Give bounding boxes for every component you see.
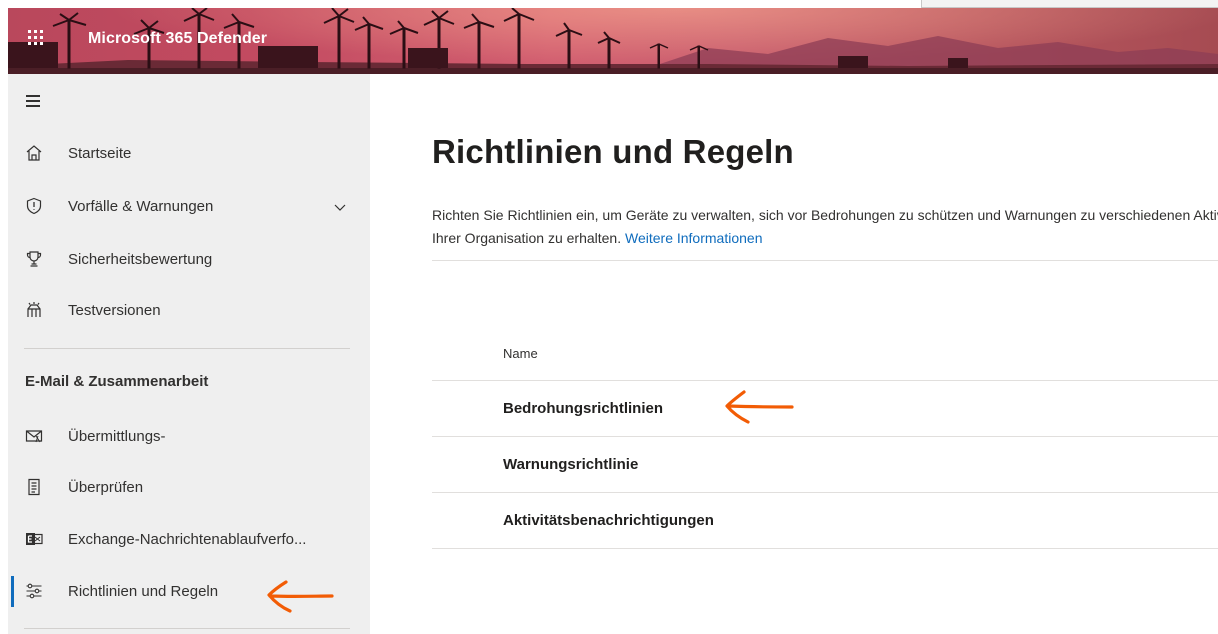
column-header-name[interactable]: Name bbox=[503, 346, 538, 361]
page-title: Richtlinien und Regeln bbox=[432, 133, 794, 170]
sidebar-item-exchange[interactable]: Exchange-Nachrichtenablaufverfo... bbox=[8, 520, 370, 560]
annotation-arrow-icon bbox=[267, 580, 334, 613]
row-label-warnungsrichtlinie[interactable]: Warnungsrichtlinie bbox=[503, 456, 638, 473]
header-divider bbox=[432, 260, 1218, 261]
description-line-2: Ihrer Organisation zu erhalten. Weitere … bbox=[432, 227, 1218, 250]
sidebar-item-label: Sicherheitsbewertung bbox=[68, 251, 213, 268]
hamburger-icon[interactable] bbox=[26, 94, 42, 108]
sidebar-item-ueberpruefen[interactable]: Überprüfen bbox=[8, 468, 370, 508]
sidebar-item-vorfaelle[interactable]: Vorfälle & Warnungen bbox=[8, 187, 370, 227]
table-row[interactable]: Warnungsrichtlinie bbox=[432, 437, 1218, 493]
sidebar-divider bbox=[24, 628, 350, 629]
sidebar-item-sicherheitsbewertung[interactable]: Sicherheitsbewertung bbox=[8, 240, 370, 280]
table-row[interactable]: Bedrohungsrichtlinien bbox=[432, 381, 1218, 437]
row-label-bedrohungsrichtlinien[interactable]: Bedrohungsrichtlinien bbox=[503, 400, 663, 417]
sidebar-section-title: E-Mail & Zusammenarbeit bbox=[25, 373, 209, 390]
mail-submission-icon bbox=[25, 430, 43, 443]
sidebar-item-label: Startseite bbox=[68, 145, 132, 162]
sidebar-nav: Startseite Vorfälle & Warnungen Sicherhe… bbox=[8, 74, 370, 634]
description-line-2-text: Ihrer Organisation zu erhalten. bbox=[432, 230, 622, 246]
sidebar-item-label: Richtlinien und Regeln bbox=[68, 583, 219, 600]
annotation-arrow-icon bbox=[725, 390, 794, 424]
row-label-aktivitaetsbenachrichtigungen[interactable]: Aktivitätsbenachrichtigungen bbox=[503, 512, 714, 529]
sidebar-item-label: Testversionen bbox=[68, 302, 161, 319]
sidebar-item-label: Überprüfen bbox=[68, 479, 144, 496]
app-launcher-icon[interactable] bbox=[28, 30, 48, 50]
description-line-1: Richten Sie Richtlinien ein, um Geräte z… bbox=[432, 207, 1218, 223]
sidebar-item-uebermittlungs[interactable]: Übermittlungs- bbox=[8, 417, 370, 457]
shield-icon bbox=[26, 197, 42, 215]
sidebar-item-startseite[interactable]: Startseite bbox=[8, 134, 370, 174]
sidebar-item-label: Exchange-Nachrichtenablaufverfo... bbox=[68, 531, 307, 548]
table-row[interactable]: Aktivitätsbenachrichtigungen bbox=[432, 493, 1218, 549]
page-description: Richten Sie Richtlinien ein, um Geräte z… bbox=[432, 204, 1218, 250]
sliders-icon bbox=[26, 583, 42, 599]
chevron-down-icon[interactable] bbox=[332, 199, 348, 215]
exchange-icon bbox=[26, 533, 43, 545]
sidebar-item-label: Übermittlungs- bbox=[68, 428, 166, 445]
app-header: Microsoft 365 Defender bbox=[8, 8, 1218, 74]
sidebar-item-testversionen[interactable]: Testversionen bbox=[8, 291, 370, 331]
sidebar-item-label: Vorfälle & Warnungen bbox=[68, 198, 214, 215]
home-icon bbox=[26, 145, 42, 161]
more-info-link[interactable]: Weitere Informationen bbox=[625, 230, 762, 246]
sidebar-divider bbox=[24, 348, 350, 349]
top-right-frame bbox=[921, 0, 1218, 8]
trials-icon bbox=[27, 302, 41, 317]
trophy-icon bbox=[26, 251, 42, 267]
app-title[interactable]: Microsoft 365 Defender bbox=[88, 30, 267, 48]
review-icon bbox=[28, 478, 40, 496]
table-divider bbox=[432, 548, 1218, 549]
